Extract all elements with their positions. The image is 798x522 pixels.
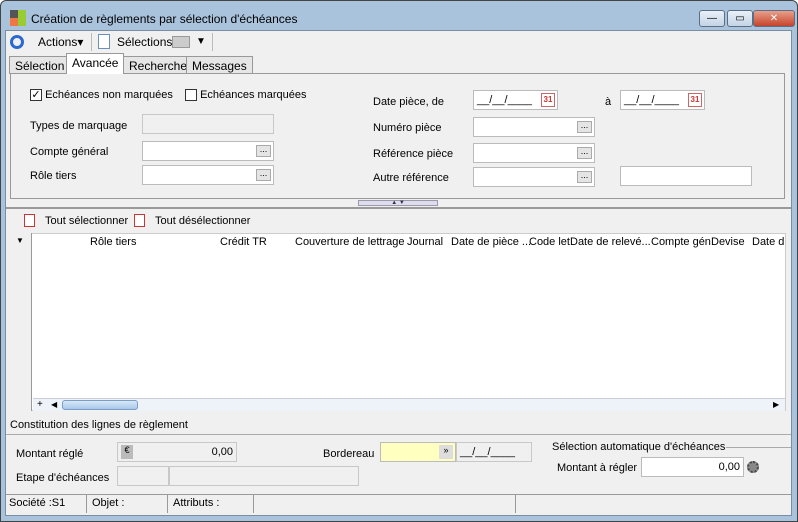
label: Date pièce, de	[373, 96, 444, 108]
checkbox: ✓	[30, 89, 42, 102]
chevron-down-icon[interactable]: ▼	[196, 36, 206, 47]
column-header[interactable]: Compte gén	[651, 236, 711, 248]
splitter-handle[interactable]: ▲ ▼	[358, 200, 438, 206]
grid-header: Rôle tiers Crédit TR Couverture de lettr…	[33, 236, 785, 250]
tab-selection[interactable]: Sélection	[9, 56, 71, 74]
grid[interactable]	[10, 233, 786, 411]
label: Montant réglé	[16, 448, 84, 460]
minimize-button[interactable]: —	[699, 10, 725, 27]
column-header[interactable]: Date de relevé...	[570, 236, 651, 248]
bordereau-date: __/__/____	[456, 442, 532, 462]
status-objet: Objet :	[92, 497, 125, 509]
maximize-button[interactable]: ▭	[727, 10, 753, 27]
section-title: Constitution des lignes de règlement	[10, 419, 188, 431]
group-title: Sélection automatique d'échéances	[552, 441, 726, 453]
unmarked-checkbox[interactable]: ✓ Echéances non marquées	[30, 89, 173, 102]
marked-checkbox[interactable]: Echéances marquées	[185, 89, 307, 102]
euro-icon: €	[121, 445, 133, 459]
reference-piece-input[interactable]: ...	[473, 143, 595, 163]
divider	[212, 33, 213, 51]
select-all-button[interactable]: Tout sélectionner	[45, 215, 128, 227]
row-selector-column	[10, 233, 32, 411]
selections-button[interactable]: Sélections	[117, 35, 172, 49]
numero-piece-input[interactable]: ...	[473, 117, 595, 137]
column-header[interactable]: Date de pièce ...	[451, 236, 531, 248]
label: Montant à régler	[557, 462, 638, 474]
label: Echéances non marquées	[45, 89, 173, 101]
label: Compte général	[30, 146, 109, 158]
deselect-all-icon	[134, 214, 145, 227]
label: à	[605, 96, 612, 108]
etape-desc-field	[169, 466, 359, 486]
scroll-left-icon[interactable]: ◀	[51, 400, 57, 409]
divider	[6, 494, 791, 495]
tab-messages[interactable]: Messages	[186, 56, 253, 74]
close-button[interactable]: ✕	[753, 10, 795, 27]
value: __/__/____	[477, 94, 533, 106]
column-menu-icon[interactable]: ▼	[16, 236, 24, 245]
montant-a-regler-input[interactable]: 0,00	[641, 457, 744, 477]
add-icon[interactable]: +	[37, 399, 43, 410]
divider	[6, 207, 791, 209]
date-to-input[interactable]: __/__/____ 31	[620, 90, 705, 110]
label: Echéances marquées	[200, 89, 307, 101]
value: 0,00	[211, 446, 233, 458]
value: __/__/____	[624, 94, 680, 106]
divider	[6, 434, 791, 435]
types-marquage-field	[142, 114, 274, 134]
status-societe: Société :S1	[9, 497, 66, 509]
printer-icon[interactable]	[172, 36, 190, 48]
scroll-right-icon[interactable]: ▶	[773, 400, 779, 409]
montant-regle-field: €0,00	[117, 442, 237, 462]
date-from-input[interactable]: __/__/____ 31	[473, 90, 558, 110]
compte-general-input[interactable]: ...	[142, 141, 274, 161]
actions-menu[interactable]: Actions▾	[38, 35, 83, 49]
bordereau-select[interactable]: »	[380, 442, 456, 462]
calendar-icon[interactable]: 31	[688, 93, 702, 107]
browse-button[interactable]: ...	[577, 171, 592, 183]
app-icon	[10, 10, 26, 26]
browse-button[interactable]: ...	[256, 145, 271, 157]
label: Rôle tiers	[30, 170, 77, 182]
label: Référence pièce	[373, 148, 454, 160]
column-header[interactable]: Date d	[752, 236, 784, 248]
horizontal-scrollbar[interactable]: + ◀ ▶	[33, 398, 785, 411]
chevron-double-down-icon[interactable]: »	[439, 445, 453, 459]
autre-reference-extra-input[interactable]	[620, 166, 752, 186]
label: Etape d'échéances	[16, 472, 110, 484]
column-header[interactable]: Code let	[529, 236, 570, 248]
deselect-all-button[interactable]: Tout désélectionner	[155, 215, 250, 227]
select-all-icon	[24, 214, 35, 227]
window-title: Création de règlements par sélection d'é…	[31, 12, 298, 26]
divider	[91, 33, 92, 51]
checkbox	[185, 89, 197, 102]
browse-button[interactable]: ...	[256, 169, 271, 181]
divider	[726, 447, 791, 448]
label: Numéro pièce	[373, 122, 442, 134]
refresh-icon[interactable]	[10, 35, 24, 49]
status-attributs: Attributs :	[173, 497, 220, 509]
label: Types de marquage	[30, 120, 128, 132]
column-header[interactable]: Rôle tiers	[90, 236, 136, 248]
value: 0,00	[718, 461, 740, 473]
column-header[interactable]: Crédit TR	[220, 236, 267, 248]
actions-label: Actions	[38, 35, 78, 49]
gear-icon[interactable]	[747, 461, 759, 473]
label: Autre référence	[373, 172, 449, 184]
browse-button[interactable]: ...	[577, 147, 592, 159]
autre-reference-input[interactable]: ...	[473, 167, 595, 187]
scroll-thumb[interactable]	[62, 400, 138, 410]
etape-field	[117, 466, 169, 486]
label: Bordereau	[323, 448, 375, 460]
calendar-icon[interactable]: 31	[541, 93, 555, 107]
tab-avancee[interactable]: Avancée	[66, 53, 125, 74]
role-tiers-input[interactable]: ...	[142, 165, 274, 185]
browse-button[interactable]: ...	[577, 121, 592, 133]
tab-recherche[interactable]: Recherche	[123, 56, 194, 74]
column-header[interactable]: Journal	[407, 236, 443, 248]
document-icon	[98, 34, 110, 49]
column-header[interactable]: Devise	[711, 236, 745, 248]
column-header[interactable]: Couverture de lettrage	[295, 236, 404, 248]
